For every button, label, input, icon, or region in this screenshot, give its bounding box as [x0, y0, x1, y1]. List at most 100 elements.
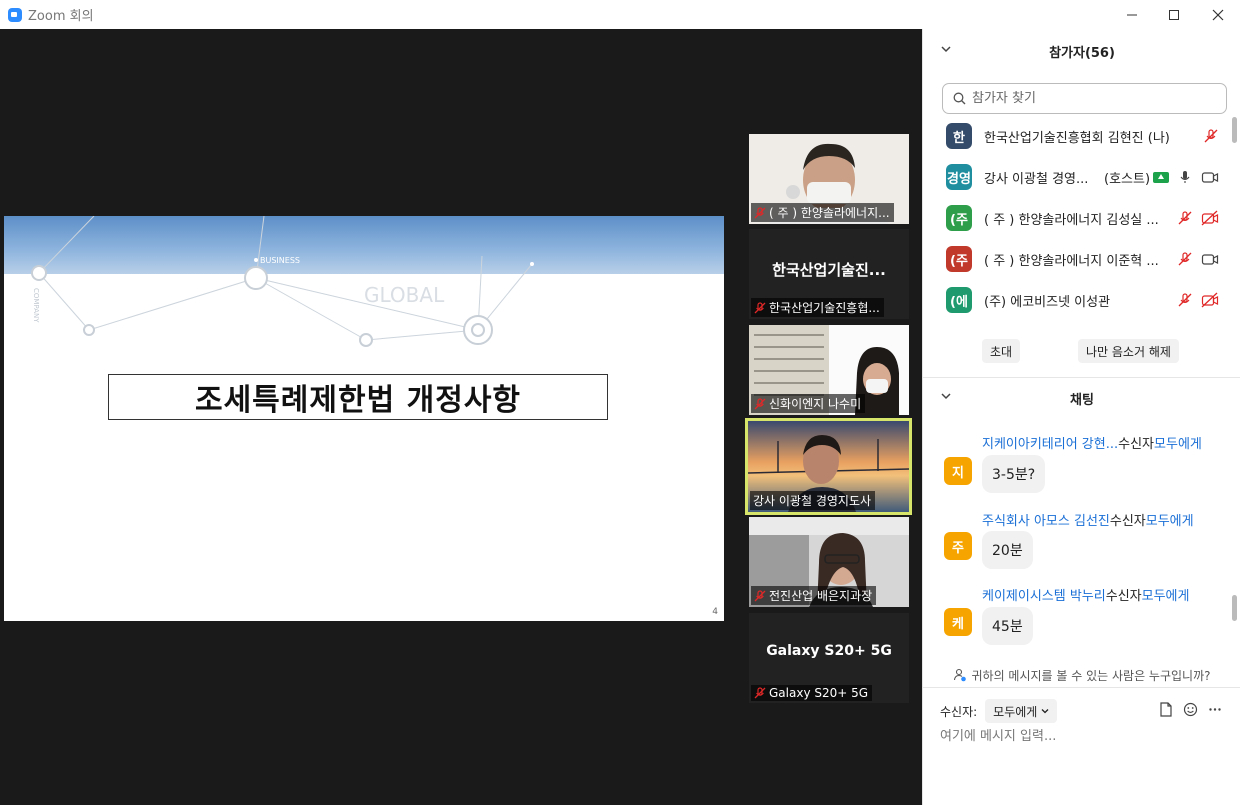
chevron-down-icon[interactable] [941, 391, 951, 401]
avatar: (에 [946, 287, 972, 313]
video-thumbnail[interactable]: 전진산업 배은지과장 [749, 517, 909, 607]
muted-mic-icon[interactable] [1177, 292, 1193, 308]
close-button[interactable] [1196, 0, 1240, 29]
shared-screen-slide: BUSINESS GLOBAL COMPANY 조세특례제한법 개정사항 4 [4, 216, 724, 621]
chat-toolbar [1159, 702, 1222, 717]
title-bar: Zoom 회의 [0, 0, 1240, 29]
chat-message-bubble: 45분 [982, 607, 1033, 645]
close-icon [1212, 9, 1224, 20]
host-tag: (호스트) [1104, 171, 1151, 187]
invite-button[interactable]: 초대 [982, 339, 1021, 363]
thumbnail-label: Galaxy S20+ 5G [751, 685, 873, 701]
thumbnail-label: 신화이엔지 나수미 [751, 394, 866, 413]
participant-name: 한국산업기술진흥협회 김현진 (나) [984, 130, 1170, 146]
participant-row[interactable]: (에 (주) 에코비즈넷 이성관 [923, 280, 1240, 320]
participant-row[interactable]: 한 한국산업기술진흥협회 김현진 (나) [923, 116, 1240, 156]
avatar: 케 [944, 608, 972, 636]
muted-mic-icon[interactable] [1177, 210, 1193, 226]
minimize-icon [1127, 14, 1137, 15]
emoji-icon[interactable] [1183, 702, 1198, 717]
video-thumbnail[interactable]: 한국산업기술진... 한국산업기술진흥협... [749, 229, 909, 319]
avatar: (주 [946, 205, 972, 231]
minimize-button[interactable] [1110, 0, 1154, 29]
video-off-icon[interactable] [1201, 210, 1219, 226]
video-thumbnail[interactable]: 신화이엔지 나수미 [749, 325, 909, 415]
chat-input-area [940, 729, 1220, 744]
thumbnail-label: 강사 이광철 경영지도사 [750, 491, 876, 510]
window-title: Zoom 회의 [28, 9, 94, 24]
slide-page-number: 4 [712, 607, 718, 617]
video-thumbnail[interactable]: ( 주 ) 한양솔라에너지... [749, 134, 909, 224]
participant-search[interactable] [942, 83, 1227, 114]
participants-header: 참가자(56) [923, 36, 1240, 66]
participant-name: 강사 이광철 경영... [984, 171, 1089, 187]
file-icon[interactable] [1159, 702, 1173, 717]
muted-mic-icon [754, 206, 766, 218]
avatar: 경영 [946, 164, 972, 190]
video-thumbnail-active-speaker[interactable]: 강사 이광철 경영지도사 [745, 418, 912, 515]
maximize-icon [1169, 9, 1179, 20]
participants-actions: 초대 나만 음소거 해제 [923, 339, 1240, 363]
chevron-down-icon [1041, 709, 1049, 714]
section-divider [923, 377, 1240, 378]
participant-row[interactable]: 경영 강사 이광철 경영... (호스트) [923, 157, 1240, 197]
chat-message-header: 주식회사 아모스 김선진수신자모두에게 [982, 514, 1194, 529]
muted-mic-icon[interactable] [1203, 128, 1219, 144]
video-camera-icon[interactable] [1201, 169, 1219, 185]
slide-business-label: BUSINESS [260, 256, 300, 265]
avatar: (주 [946, 246, 972, 272]
more-options-icon[interactable] [1208, 702, 1222, 717]
chat-recipient-row: 수신자: 모두에게 [940, 699, 1058, 723]
chat-sender[interactable]: 주식회사 아모스 김선진 [982, 514, 1110, 529]
search-icon [953, 92, 966, 105]
meeting-stage: BUSINESS GLOBAL COMPANY 조세특례제한법 개정사항 4 (… [0, 29, 922, 805]
video-thumbnail[interactable]: Galaxy S20+ 5G Galaxy S20+ 5G [749, 613, 909, 703]
chat-privacy-note[interactable]: 귀하의 메시지를 볼 수 있는 사람은 누구입니까? [923, 663, 1240, 687]
participant-search-input[interactable] [972, 91, 1212, 106]
muted-mic-icon [754, 687, 766, 699]
slide-global-label: GLOBAL [364, 283, 445, 307]
screen-share-icon [1153, 171, 1169, 183]
chat-message-bubble: 3-5분? [982, 455, 1046, 493]
slide-network-graphic: BUSINESS GLOBAL COMPANY [31, 216, 534, 347]
chat-sender[interactable]: 지케이아키테리어 강현... [982, 437, 1118, 452]
section-divider [923, 687, 1240, 688]
participants-title: 참가자(56) [1049, 45, 1115, 61]
avatar: 지 [944, 457, 972, 485]
chat-message-input[interactable] [940, 729, 1220, 744]
participant-name: ( 주 ) 한양솔라에너지 김성실 ... [984, 212, 1159, 228]
chat-message-header: 케이제이시스템 박누리수신자모두에게 [982, 589, 1190, 604]
thumbnail-label: 한국산업기술진흥협... [751, 298, 884, 317]
side-panel: 참가자(56) 한 한국산업기술진흥협회 김현진 (나) 경영 강사 이광철 경… [922, 29, 1240, 805]
chat-message-bubble: 20분 [982, 531, 1033, 569]
person-info-icon [954, 668, 967, 682]
chat-header: 채팅 [923, 383, 1240, 413]
thumbnail-center-name: 한국산업기술진... [772, 261, 886, 279]
participant-row[interactable]: (주 ( 주 ) 한양솔라에너지 김성실 ... [923, 198, 1240, 238]
muted-mic-icon [754, 589, 766, 601]
zoom-logo-icon [8, 7, 22, 22]
participant-name: ( 주 ) 한양솔라에너지 이준혁 ... [984, 253, 1159, 269]
mic-icon[interactable] [1177, 169, 1193, 185]
chevron-down-icon[interactable] [941, 44, 951, 54]
chat-scrollbar[interactable] [1232, 595, 1237, 621]
slide-company-label: COMPANY [32, 288, 40, 323]
chat-message-header: 지케이아키테리어 강현...수신자모두에게 [982, 437, 1202, 452]
video-camera-icon[interactable] [1201, 251, 1219, 267]
muted-mic-icon[interactable] [1177, 251, 1193, 267]
chat-sender[interactable]: 케이제이시스템 박누리 [982, 589, 1106, 604]
participant-name: (주) 에코비즈넷 이성관 [984, 294, 1111, 310]
slide-title: 조세특례제한법 개정사항 [108, 374, 608, 420]
maximize-button[interactable] [1152, 0, 1196, 29]
recipient-select[interactable]: 모두에게 [985, 699, 1058, 723]
recipient-label: 수신자: [940, 704, 978, 719]
muted-mic-icon [754, 301, 766, 313]
video-off-icon[interactable] [1201, 292, 1219, 308]
thumbnail-center-name: Galaxy S20+ 5G [766, 643, 892, 659]
avatar: 주 [944, 532, 972, 560]
muted-mic-icon [754, 397, 766, 409]
thumbnail-label: 전진산업 배은지과장 [751, 586, 877, 605]
unmute-me-button[interactable]: 나만 음소거 해제 [1078, 339, 1179, 363]
avatar: 한 [946, 123, 972, 149]
participant-row[interactable]: (주 ( 주 ) 한양솔라에너지 이준혁 ... [923, 239, 1240, 279]
